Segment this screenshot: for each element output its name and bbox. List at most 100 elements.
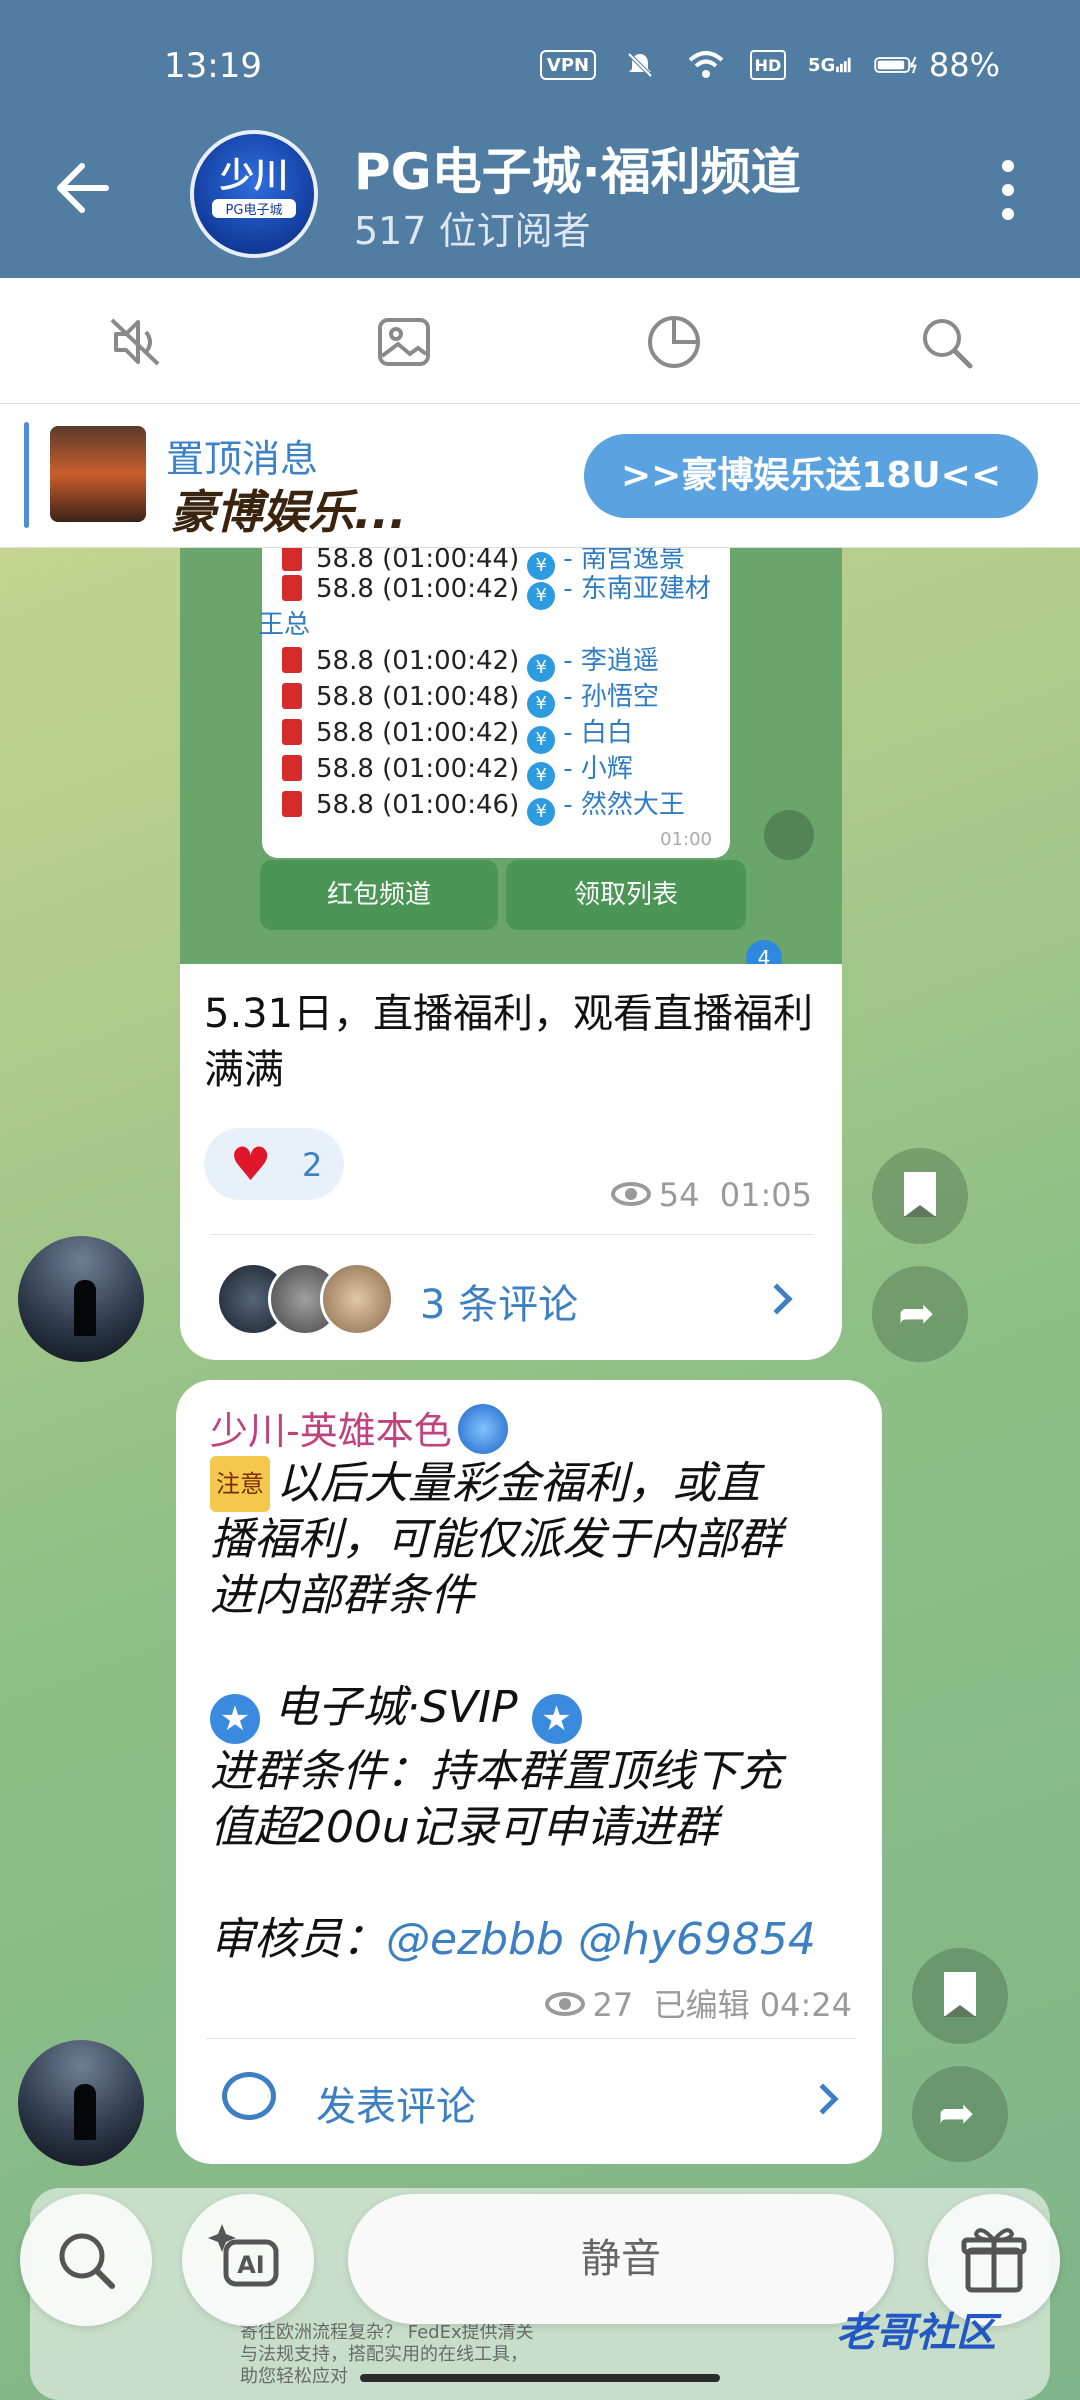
post-text: 5.31日，直播福利，观看直播福利满满: [204, 991, 814, 1093]
chevron-right-icon: [761, 1283, 793, 1315]
heart-icon: ♥: [230, 1137, 272, 1191]
pinned-thumbnail: [50, 426, 146, 522]
leaderboard-amount: 58.8 (01:00:42): [316, 718, 520, 748]
views-icon: [544, 1992, 585, 2016]
mute-button[interactable]: 静音: [348, 2194, 894, 2324]
author-avatar[interactable]: [18, 2040, 144, 2166]
heart-reaction[interactable]: ♥ 2: [204, 1128, 344, 1200]
search-button[interactable]: [20, 2194, 152, 2326]
vpn-badge: VPN: [540, 50, 596, 80]
leaderboard-name: 王总: [258, 610, 311, 640]
redpacket-channel-button[interactable]: 红包频道: [260, 860, 498, 930]
post-meta: 27 已编辑 04:24: [544, 1980, 852, 2026]
divider: [206, 2038, 856, 2039]
author-name: 少川-英雄本色: [210, 1409, 452, 1453]
text-line: ★ 电子城·SVIP ★: [210, 1680, 870, 1744]
leaderboard-row: 58.8 (01:00:46) ¥ - 然然大王: [282, 784, 685, 826]
reaction-count: 2: [302, 1146, 323, 1184]
leaderboard-name: - 然然大王: [563, 790, 685, 820]
mention-link[interactable]: @ezbbb: [386, 1914, 564, 1965]
post-author[interactable]: 少川-英雄本色: [210, 1400, 508, 1455]
mention-link[interactable]: @hy69854: [578, 1914, 816, 1965]
text-line: 进内部群条件: [210, 1570, 474, 1621]
text-segment: 审核员：: [210, 1914, 386, 1965]
text-line: 播福利，可能仅派发于内部群: [210, 1514, 782, 1565]
pinned-label: 置顶消息: [166, 437, 319, 481]
bookmark-icon: [904, 1172, 936, 1217]
post-text: 注意 以后大量彩金福利，或直 播福利，可能仅派发于内部群 进内部群条件 ★ 电子城…: [210, 1456, 870, 1968]
verified-icon: [457, 1404, 508, 1454]
post-image[interactable]: 58.8 (01:00:44) ¥ - 南宫逸景 58.8 (01:00:42) ¥ -…: [180, 548, 842, 964]
leaderboard-row: 王总: [258, 604, 310, 641]
leaderboard-name: - 孙悟空: [563, 682, 659, 712]
post-meta: 54 01:05: [610, 1176, 812, 1214]
forward-button[interactable]: ➦: [872, 1266, 968, 1362]
channel-post: 58.8 (01:00:44) ¥ - 南宫逸景 58.8 (01:00:42) ¥ -…: [180, 548, 842, 1360]
person-figure: [74, 2084, 96, 2140]
share-icon[interactable]: [764, 810, 814, 860]
text-segment: 电子城·SVIP: [274, 1682, 518, 1733]
mute-icon[interactable]: [108, 314, 164, 370]
bookmark-button[interactable]: [872, 1148, 968, 1244]
dot-icon: [1002, 208, 1014, 220]
status-time: 13:19: [164, 46, 262, 86]
dot-icon: [1002, 184, 1014, 196]
pinned-action-button[interactable]: >>豪博娱乐送18U<<: [584, 434, 1038, 518]
search-icon: [59, 2233, 115, 2289]
chevron-right-icon: [807, 2083, 839, 2115]
channel-post: 少川-英雄本色 注意 以后大量彩金福利，或直 播福利，可能仅派发于内部群 进内部群…: [176, 1380, 882, 2164]
bookmark-button[interactable]: [912, 1948, 1008, 2044]
leaderboard-name: - 白白: [563, 718, 633, 748]
star-badge-icon: ★: [210, 1694, 260, 1744]
red-envelope-icon: [282, 791, 302, 817]
text-line: [210, 1624, 870, 1680]
star-badge-icon: ★: [531, 1694, 582, 1744]
channel-avatar[interactable]: 少川 PG电子城: [190, 130, 318, 258]
subscriber-count: 517 位订阅者: [354, 209, 591, 253]
yuan-icon: ¥: [527, 582, 556, 610]
post-time: 已编辑 04:24: [653, 1986, 852, 2024]
red-envelope-icon: [282, 683, 302, 709]
share-arrow-icon: ➦: [898, 1288, 935, 1339]
media-icon[interactable]: [376, 314, 432, 370]
leaderboard-name: - 小辉: [563, 754, 633, 784]
ai-button[interactable]: AI: [182, 2194, 314, 2326]
more-menu-button[interactable]: [996, 160, 1020, 224]
claim-list-button[interactable]: 领取列表: [506, 860, 746, 930]
leaderboard-amount: 58.8 (01:00:48): [316, 682, 520, 712]
leaderboard-amount: 58.8 (01:00:42): [316, 754, 520, 784]
home-indicator[interactable]: [360, 2374, 720, 2382]
post-time: 01:05: [719, 1176, 812, 1214]
pinned-message[interactable]: 置顶消息 豪博娱乐... >>豪博娱乐送18U<<: [0, 404, 1080, 548]
channel-title[interactable]: PG电子城·福利频道: [354, 132, 801, 204]
leaderboard-name: - 东南亚建材: [563, 574, 711, 604]
author-avatar[interactable]: [18, 1236, 144, 1362]
red-envelope-icon: [282, 647, 302, 673]
watermark-logo: 老哥社区: [836, 2310, 996, 2356]
channel-avatar-text: 少川: [220, 156, 288, 196]
text-line: 值超200u记录可申请进群: [210, 1802, 718, 1853]
leave-comment-link[interactable]: 发表评论: [316, 2074, 476, 2132]
redpacket-leaderboard: 58.8 (01:00:44) ¥ - 南宫逸景 58.8 (01:00:42) ¥ -…: [258, 548, 730, 858]
divider: [210, 1234, 814, 1235]
text-line: 审核员：@ezbbb @hy69854: [210, 1912, 870, 1968]
avatar: [320, 1262, 394, 1336]
text-segment: 以后大量彩金福利，或直: [276, 1458, 760, 1509]
forward-button[interactable]: ➦: [912, 2066, 1008, 2162]
card-time: 01:00: [660, 829, 712, 850]
channel-header: 13:19 VPN HD 5G 88% 少川 PG电子城 PG电子城·福利频道 …: [0, 0, 1080, 278]
bell-off-icon: [618, 50, 662, 80]
button-label: 领取列表: [573, 880, 678, 910]
share-arrow-icon: ➦: [938, 2088, 975, 2139]
back-arrow-icon: [57, 163, 109, 213]
stats-icon[interactable]: [646, 314, 702, 370]
comments-link[interactable]: 3 条评论: [420, 1272, 578, 1330]
views-icon: [610, 1182, 651, 1206]
channel-avatar-sub: PG电子城: [212, 199, 296, 218]
search-icon[interactable]: [918, 314, 974, 370]
back-button[interactable]: [52, 158, 112, 218]
leaderboard-name: - 李逍遥: [563, 646, 659, 676]
ai-sparkle-icon: AI: [208, 2224, 279, 2287]
text-line: 注意 以后大量彩金福利，或直: [210, 1456, 870, 1512]
view-count: 27: [592, 1986, 634, 2024]
